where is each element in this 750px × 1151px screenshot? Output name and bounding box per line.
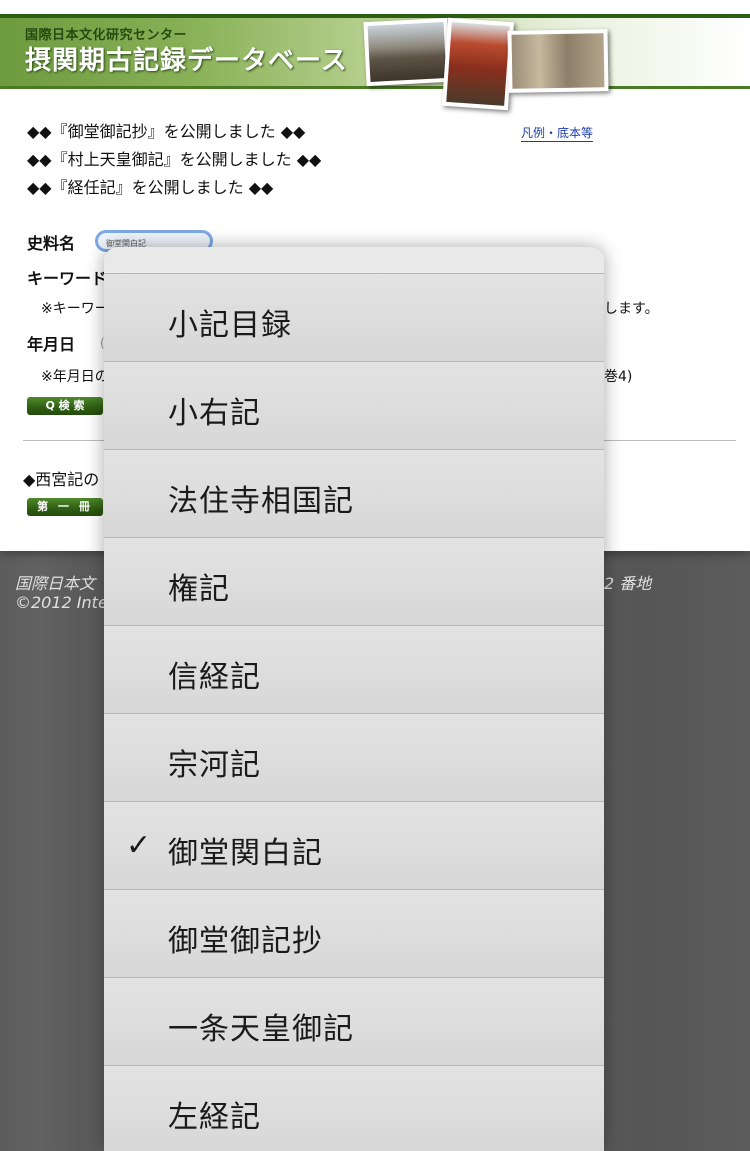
notice-3: ◆◆『経任記』を公開しました ◆◆ <box>27 178 274 197</box>
source-picker-dropdown[interactable]: 小記目録 小右記 法住寺相国記 権記 信経記 宗河記 ✓ 御堂関白記 御堂御記抄 … <box>104 247 604 1151</box>
notice-1: ◆◆『御堂御記抄』を公開しました ◆◆ <box>27 122 306 141</box>
volume-1-button[interactable]: 第 一 冊 <box>27 498 103 516</box>
picker-option[interactable]: 御堂御記抄 <box>104 890 604 978</box>
picker-option-selected[interactable]: ✓ 御堂関白記 <box>104 802 604 890</box>
picker-option-label: 権記 <box>168 572 230 607</box>
source-label: 史料名 <box>27 234 76 253</box>
legend-link[interactable]: 凡例・底本等 <box>521 124 594 142</box>
picker-header <box>104 247 604 274</box>
picker-option-label: 左経記 <box>168 1100 261 1135</box>
keyword-label: キーワード <box>27 269 108 288</box>
picker-option-label: 御堂御記抄 <box>168 924 323 959</box>
picker-option[interactable]: 小右記 <box>104 362 604 450</box>
header-photo-gate <box>363 17 451 87</box>
picker-option[interactable]: 法住寺相国記 <box>104 450 604 538</box>
picker-option-label: 信経記 <box>168 660 261 695</box>
picker-option[interactable]: 一条天皇御記 <box>104 978 604 1066</box>
picker-option-label: 一条天皇御記 <box>168 1012 354 1047</box>
picker-option-label: 御堂関白記 <box>168 836 323 871</box>
keyword-note: ※キーワー <box>41 301 109 317</box>
picker-option-label: 宗河記 <box>168 748 261 783</box>
picker-option-label: 小記目録 <box>168 308 292 343</box>
section-title: ◆西宮記の <box>23 470 100 489</box>
date-label: 年月日 <box>27 335 76 354</box>
picker-option[interactable]: 小記目録 <box>104 274 604 362</box>
search-button[interactable]: Q 検 索 <box>27 397 103 415</box>
picker-option-label: 小右記 <box>168 396 261 431</box>
picker-option[interactable]: 信経記 <box>104 626 604 714</box>
picker-option-label: 法住寺相国記 <box>168 484 354 519</box>
date-note-end: 巻4) <box>604 369 633 385</box>
notice-2: ◆◆『村上天皇御記』を公開しました ◆◆ <box>27 150 322 169</box>
picker-option[interactable]: 権記 <box>104 538 604 626</box>
keyword-note-end: します。 <box>604 301 659 317</box>
picker-option[interactable]: 左経記 <box>104 1066 604 1151</box>
checkmark-icon: ✓ <box>126 828 152 863</box>
database-title: 摂関期古記録データベース <box>25 46 348 76</box>
header-photo-document <box>507 29 609 93</box>
date-note: ※年月日の <box>41 369 109 385</box>
picker-option[interactable]: 宗河記 <box>104 714 604 802</box>
footer-line-1: 国際日本文 <box>15 574 96 593</box>
header-photo-temple <box>442 17 514 111</box>
footer-address-end: 2 番地 <box>604 574 652 593</box>
footer-copyright: ©2012 Inter <box>15 593 115 612</box>
